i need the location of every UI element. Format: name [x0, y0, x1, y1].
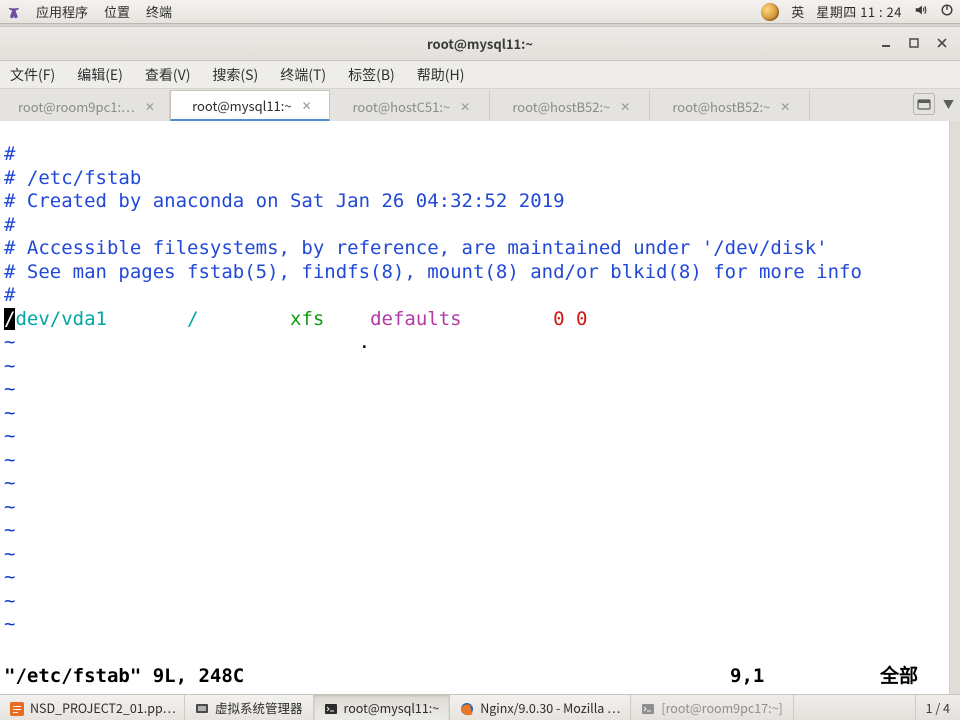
taskbar-item-label: NSD_PROJECT2_01.pp… — [30, 698, 176, 717]
terminal-tab[interactable]: root@room9pc1:… ✕ — [0, 91, 170, 121]
terminal-window: root@mysql11:~ 文件(F) 编辑(E) 查看(V) 搜索(S) 终… — [0, 26, 960, 694]
tab-label: root@hostC51:~ — [353, 97, 451, 116]
vim-tilde: ~ — [4, 331, 15, 353]
menu-file[interactable]: 文件(F) — [6, 63, 59, 87]
terminal-icon — [641, 701, 655, 715]
vim-tilde: ~ — [4, 355, 15, 377]
terminal-tab[interactable]: root@hostB52:~ ✕ — [650, 91, 810, 121]
gnome-top-panel: 应用程序 位置 终端 英 星期四 11 : 24 — [0, 0, 960, 24]
window-close-button[interactable] — [930, 32, 954, 54]
vim-tilde: ~ — [4, 472, 15, 494]
vim-tilde: ~ — [4, 613, 15, 635]
vim-comment-line: # Accessible filesystems, by reference, … — [4, 237, 828, 259]
fstab-fstype: xfs — [290, 308, 324, 330]
update-indicator-icon[interactable] — [761, 3, 779, 21]
new-tab-button[interactable] — [913, 93, 935, 115]
vim-status-file: "/etc/fstab" 9L, 248C — [4, 665, 244, 689]
wps-icon — [10, 701, 24, 715]
volume-icon[interactable] — [914, 2, 928, 21]
firefox-icon — [460, 701, 474, 715]
taskbar-item[interactable]: Nginx/9.0.30 - Mozilla … — [450, 695, 631, 720]
tab-close-icon[interactable]: ✕ — [620, 98, 630, 115]
vim-ruler: 9,1 — [730, 665, 880, 689]
vim-status-line: "/etc/fstab" 9L, 248C 9,1 全部 — [4, 665, 960, 689]
workspace-pager[interactable]: 1 / 4 — [915, 695, 960, 720]
menu-terminal[interactable]: 终端(T) — [276, 63, 330, 87]
fstab-pass: 0 — [576, 308, 587, 330]
taskbar-item-label: Nginx/9.0.30 - Mozilla … — [480, 698, 620, 717]
taskbar-item-label: [root@room9pc17:~] — [661, 698, 782, 717]
menu-help[interactable]: 帮助(H) — [413, 63, 469, 87]
taskbar-item-label: root@mysql11:~ — [344, 698, 440, 717]
vim-cursor: / — [4, 308, 15, 330]
window-maximize-button[interactable] — [902, 32, 926, 54]
terminal-viewport[interactable]: # # /etc/fstab # Created by anaconda on … — [0, 121, 960, 694]
window-minimize-button[interactable] — [874, 32, 898, 54]
panel-places-menu[interactable]: 位置 — [104, 2, 130, 21]
taskbar-item[interactable]: 虚拟系统管理器 — [185, 695, 314, 720]
vim-tilde: ~ — [4, 402, 15, 424]
vim-comment-line: # Created by anaconda on Sat Jan 26 04:3… — [4, 190, 565, 212]
taskbar-item[interactable]: root@mysql11:~ — [314, 695, 451, 720]
vim-tilde: ~ — [4, 378, 15, 400]
taskbar-item-label: 虚拟系统管理器 — [215, 698, 303, 717]
window-titlebar[interactable]: root@mysql11:~ — [0, 27, 960, 61]
gnome-taskbar: NSD_PROJECT2_01.pp… 虚拟系统管理器 root@mysql11… — [0, 694, 960, 720]
vim-comment-line: # — [4, 284, 15, 306]
panel-clock[interactable]: 星期四 11 : 24 — [816, 2, 902, 21]
ime-indicator[interactable]: 英 — [791, 2, 804, 21]
tab-label: root@hostB52:~ — [672, 97, 770, 116]
terminal-tab[interactable]: root@hostC51:~ ✕ — [330, 91, 490, 121]
window-title: root@mysql11:~ — [427, 34, 533, 53]
scrollbar-thumb[interactable] — [949, 121, 960, 694]
tab-menu-dropdown-icon[interactable]: ▼ — [943, 96, 954, 112]
power-icon[interactable] — [940, 2, 954, 21]
vim-tilde: ~ — [4, 566, 15, 588]
menu-search[interactable]: 搜索(S) — [208, 63, 262, 87]
tab-label: root@room9pc1:… — [18, 97, 135, 116]
vim-tilde: ~ — [4, 590, 15, 612]
vim-comment-line: # See man pages fstab(5), findfs(8), mou… — [4, 261, 862, 283]
menu-edit[interactable]: 编辑(E) — [73, 63, 127, 87]
vim-tilde: ~ — [4, 519, 15, 541]
terminal-icon — [324, 701, 338, 715]
tab-close-icon[interactable]: ✕ — [302, 97, 312, 114]
tab-close-icon[interactable]: ✕ — [780, 98, 790, 115]
vim-position-indicator: 全部 — [880, 665, 960, 689]
fstab-options: defaults — [370, 308, 462, 330]
tab-label: root@mysql11:~ — [192, 96, 292, 115]
terminal-scrollbar[interactable] — [949, 121, 960, 694]
terminal-menubar: 文件(F) 编辑(E) 查看(V) 搜索(S) 终端(T) 标签(B) 帮助(H… — [0, 61, 960, 89]
tab-close-icon[interactable]: ✕ — [460, 98, 470, 115]
menu-tabs[interactable]: 标签(B) — [344, 63, 399, 87]
tab-close-icon[interactable]: ✕ — [145, 98, 155, 115]
fstab-device: dev/vda1 — [15, 308, 107, 330]
vim-comment-line: # /etc/fstab — [4, 167, 141, 189]
vim-tilde: ~ — [4, 496, 15, 518]
panel-terminal-menu[interactable]: 终端 — [146, 2, 172, 21]
vim-comment-line: # — [4, 214, 15, 236]
tab-label: root@hostB52:~ — [512, 97, 610, 116]
taskbar-item[interactable]: [root@room9pc17:~] — [631, 695, 793, 720]
vim-tilde: ~ — [4, 449, 15, 471]
terminal-tab[interactable]: root@mysql11:~ ✕ — [170, 90, 330, 122]
vim-comment-line: # — [4, 143, 15, 165]
taskbar-item[interactable]: NSD_PROJECT2_01.pp… — [0, 695, 185, 720]
virt-manager-icon — [195, 701, 209, 715]
vim-tilde: ~ — [4, 425, 15, 447]
fstab-dump: 0 — [553, 308, 564, 330]
activities-foot-icon[interactable] — [6, 5, 20, 19]
fstab-mountpoint: / — [187, 308, 198, 330]
terminal-tabbar: root@room9pc1:… ✕ root@mysql11:~ ✕ root@ho… — [0, 89, 960, 121]
panel-apps-menu[interactable]: 应用程序 — [36, 2, 88, 21]
terminal-tab[interactable]: root@hostB52:~ ✕ — [490, 91, 650, 121]
vim-tilde: ~ — [4, 543, 15, 565]
menu-view[interactable]: 查看(V) — [141, 63, 195, 87]
